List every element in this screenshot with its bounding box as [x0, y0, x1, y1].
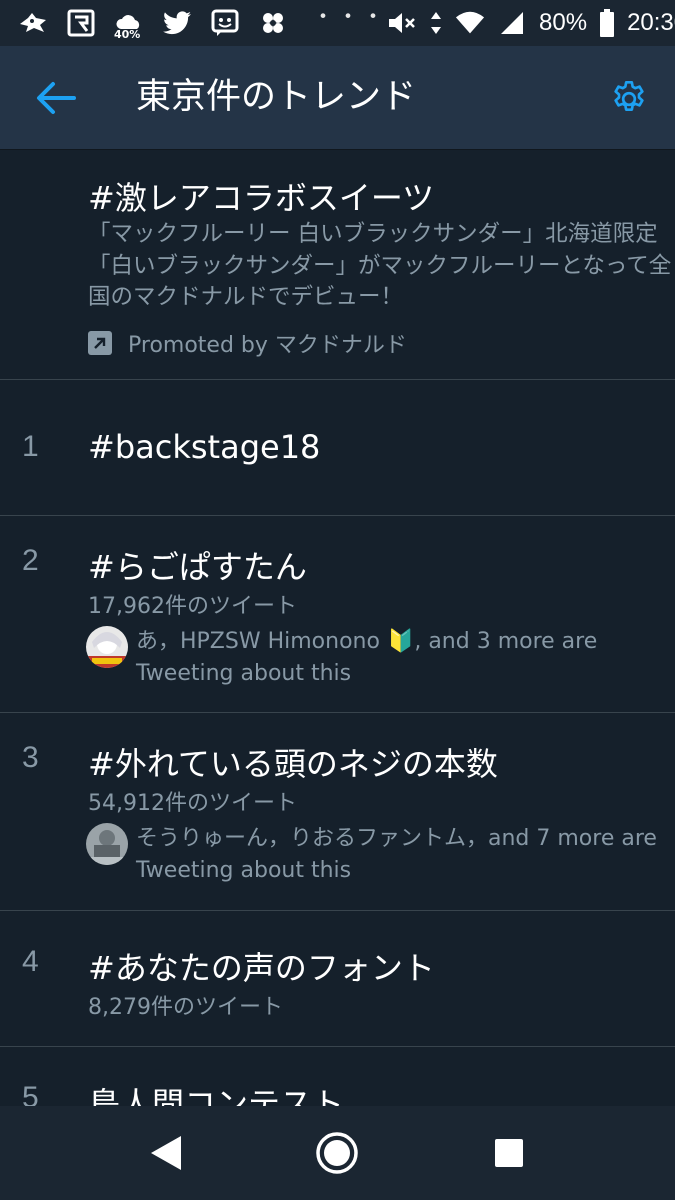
trend-rank: 1: [22, 430, 39, 463]
trend-list: #激レアコラボスイーツ 「マックフルーリー 白いブラックサンダー」北海道限定「白…: [0, 151, 675, 1147]
gear-icon: [614, 81, 644, 111]
trend-item[interactable]: 4 #あなたの声のフォント 8,279件のツイート: [0, 911, 675, 1047]
trend-item[interactable]: 2 #らごぱすたん 17,962件のツイート あ，HPZSW Himonono …: [0, 516, 675, 713]
clock: 20:30: [627, 9, 675, 36]
trend-name: #らごぱすたん: [88, 548, 307, 586]
app-notification-icon: [210, 8, 240, 38]
battery-icon: [599, 8, 615, 38]
notification-icons: 40% ・・・: [18, 5, 388, 41]
avatar: [86, 626, 128, 668]
settings-button[interactable]: [606, 76, 652, 122]
app-notification-icon: [66, 8, 96, 38]
avatar: [86, 823, 128, 865]
nav-recents-icon: [495, 1139, 524, 1167]
trend-name: #外れている頭のネジの本数: [88, 745, 498, 783]
tweet-count: 54,912件のツイート: [88, 791, 297, 816]
data-transfer-icon: [429, 8, 443, 38]
weather-percent: 40%: [114, 28, 141, 41]
trend-name: #あなたの声のフォント: [88, 949, 435, 987]
tweet-count: 17,962件のツイート: [88, 594, 297, 619]
trend-item[interactable]: 1 #backstage18: [0, 380, 675, 516]
app-notification-icon: [18, 8, 48, 38]
promoted-by-text: Promoted by マクドナルド: [128, 333, 407, 358]
promoted-trend[interactable]: #激レアコラボスイーツ 「マックフルーリー 白いブラックサンダー」北海道限定「白…: [0, 151, 675, 380]
mute-icon: [387, 8, 417, 38]
social-context: あ，HPZSW Himonono 🔰, and 3 more are Tweet…: [136, 629, 598, 686]
trend-name: #激レアコラボスイーツ: [88, 179, 435, 217]
status-bar: 40% ・・・ 80% 20:3: [0, 0, 675, 46]
tweet-count: 8,279件のツイート: [88, 995, 283, 1020]
weather-icon: 40%: [114, 8, 144, 41]
social-context: そうりゅーん，りおるファントム，and 7 more are Tweeting …: [136, 826, 657, 883]
app-notification-icon: [258, 8, 288, 38]
trends-screen: 40% ・・・ 80% 20:3 東京件のトレンド #激レアコラボスイーツ 「マ…: [0, 0, 675, 1200]
nav-back-button[interactable]: [136, 1123, 196, 1183]
nav-back-icon: [150, 1136, 181, 1170]
trend-rank: 2: [22, 544, 39, 577]
app-header: 東京件のトレンド: [0, 46, 675, 150]
promoted-label: Promoted by マクドナルド: [88, 327, 407, 359]
wifi-icon: [455, 8, 485, 38]
system-status: 80% 20:30: [387, 8, 675, 38]
trend-rank: 3: [22, 741, 39, 774]
trend-item[interactable]: 3 #外れている頭のネジの本数 54,912件のツイート そうりゅーん，りおるフ…: [0, 713, 675, 911]
trend-name: #backstage18: [88, 428, 321, 466]
nav-home-button[interactable]: [307, 1123, 367, 1183]
back-arrow-icon: [37, 82, 76, 114]
twitter-icon: [162, 8, 192, 38]
more-notifications-indicator: ・・・: [312, 5, 388, 30]
page-title: 東京件のトレンド: [136, 77, 417, 117]
battery-percent: 80%: [539, 9, 588, 36]
trend-description: 「マックフルーリー 白いブラックサンダー」北海道限定「白いブラックサンダー」がマ…: [88, 221, 672, 310]
back-button[interactable]: [34, 76, 78, 120]
promoted-arrow-icon: [88, 331, 112, 355]
nav-home-icon: [316, 1132, 359, 1174]
system-nav-bar: [0, 1106, 675, 1200]
cellular-signal-icon: [497, 8, 527, 38]
nav-recents-button[interactable]: [479, 1123, 539, 1183]
trend-rank: 4: [22, 945, 39, 978]
